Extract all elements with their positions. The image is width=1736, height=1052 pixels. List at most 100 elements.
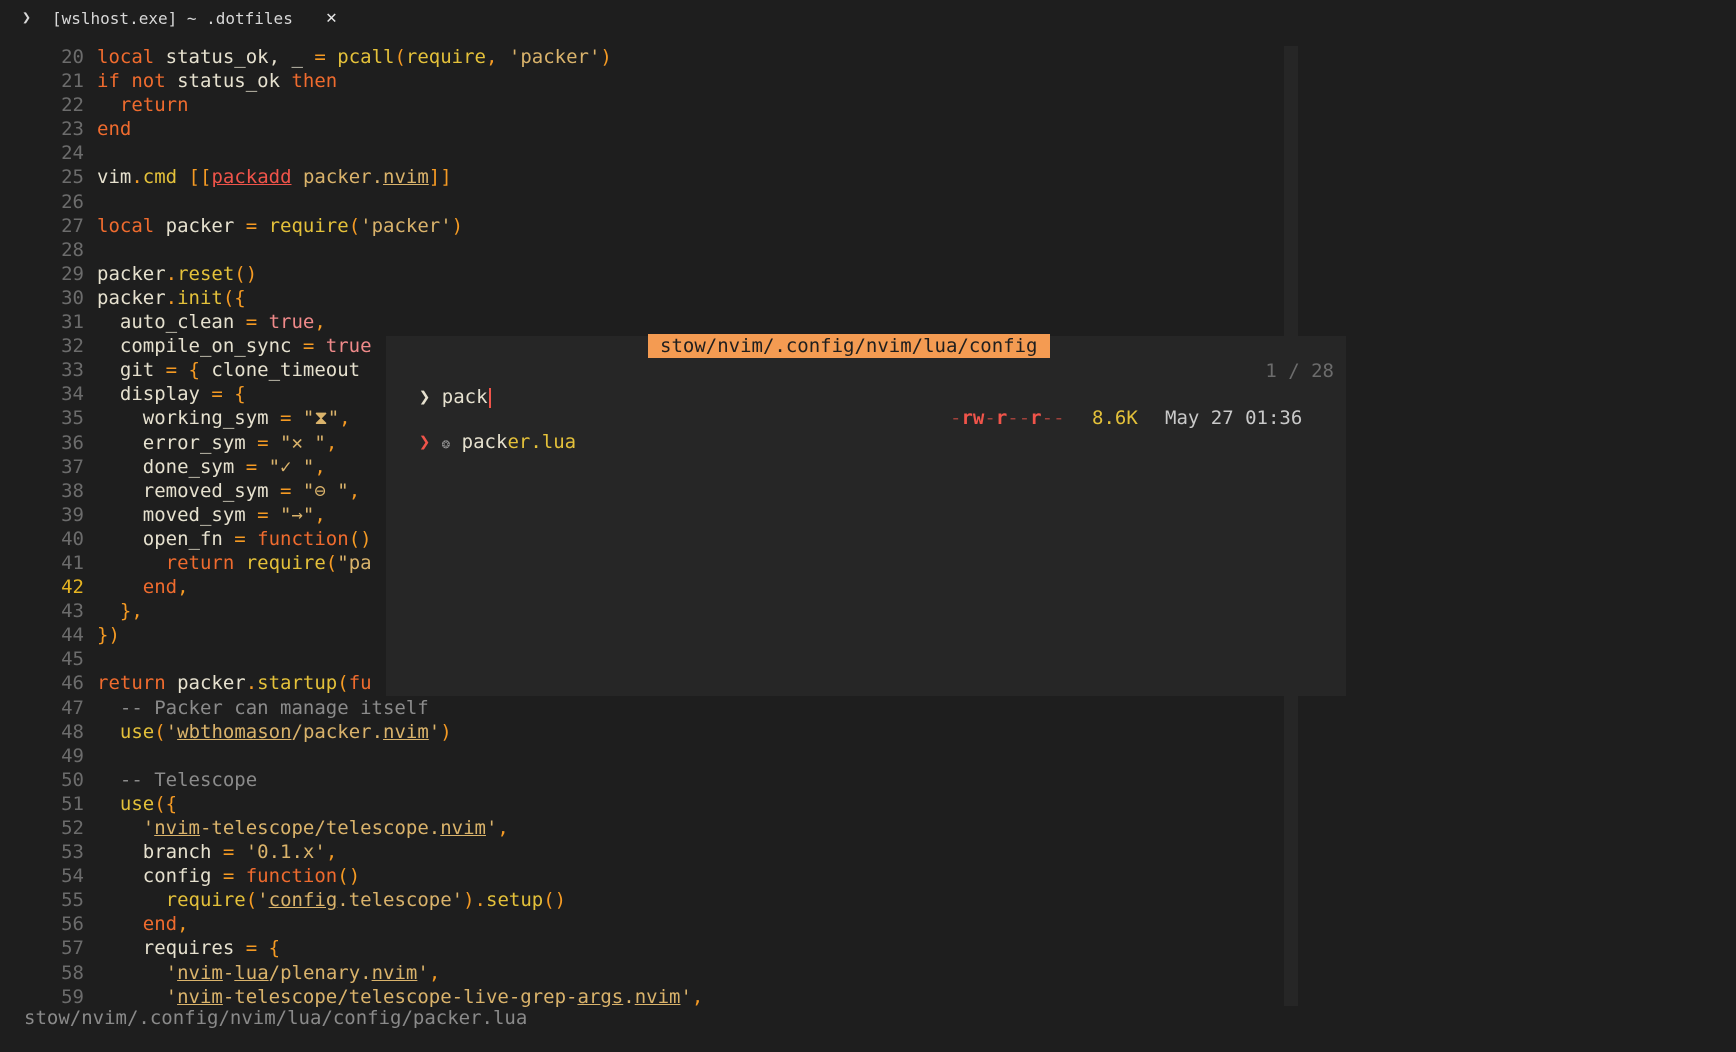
code-token: config <box>97 865 223 888</box>
code-line[interactable]: 47 -- Packer can manage itself <box>0 696 1296 720</box>
code-line[interactable]: 53 branch = '0.1.x', <box>0 840 1296 864</box>
result-date: May 27 01:36 <box>1165 407 1303 429</box>
code-token: "✓ " <box>268 455 315 478</box>
line-number: 47 <box>61 696 84 719</box>
code-token: not <box>131 70 178 93</box>
code-text: open_fn = function() <box>97 527 372 551</box>
code-line[interactable]: 26 <box>0 190 1296 214</box>
code-token: require <box>405 46 486 68</box>
code-token: "⊖ " <box>302 479 349 502</box>
code-token: wbthomason <box>177 720 292 743</box>
line-number: 24 <box>61 142 84 165</box>
code-line[interactable]: 30 packer.init({ <box>0 286 1296 310</box>
code-token: nvim <box>371 961 418 984</box>
code-token: status_ok, _ <box>165 46 315 68</box>
code-token: , <box>325 431 338 454</box>
code-token: function <box>257 527 349 550</box>
line-number: 36 <box>61 431 84 454</box>
code-line[interactable]: 51 use({ <box>0 792 1296 816</box>
line-number: 50 <box>61 768 84 791</box>
code-text: use('wbthomason/packer.nvim') <box>97 720 452 744</box>
code-token: init <box>177 286 223 309</box>
code-token: args <box>577 985 624 1008</box>
picker-title: stow/nvim/.config/nvim/lua/config <box>648 334 1050 358</box>
code-line[interactable]: 54 config = function() <box>0 864 1296 888</box>
code-line[interactable]: 57 requires = { <box>0 936 1296 960</box>
tab-title[interactable]: [wslhost.exe] ~ .dotfiles <box>52 9 293 28</box>
code-line[interactable]: 56 end, <box>0 912 1296 936</box>
code-token: () <box>348 527 372 550</box>
code-text: end, <box>97 575 189 599</box>
code-token: () <box>337 865 361 888</box>
code-token: -- Telescope <box>97 768 258 791</box>
code-line[interactable]: 50 -- Telescope <box>0 768 1296 792</box>
code-token: . <box>165 262 178 285</box>
code-line[interactable]: 49 <box>0 744 1296 768</box>
search-input[interactable]: pack <box>442 386 488 408</box>
code-token: = <box>245 311 269 334</box>
code-line[interactable]: 23 end <box>0 117 1296 141</box>
line-number: 55 <box>61 889 84 912</box>
code-token: .telescope' <box>337 889 464 912</box>
lua-file-icon: ❂ <box>441 436 451 452</box>
code-token: packer <box>165 214 246 237</box>
result-row[interactable]: ❯ ❂ packer.lua -rw-r--r-- 8.6K May 27 01… <box>396 406 1336 528</box>
code-text: error_sym = "✕ ", <box>97 431 338 455</box>
code-line[interactable]: 29 packer.reset() <box>0 262 1296 286</box>
code-line[interactable]: 48 use('wbthomason/packer.nvim') <box>0 720 1296 744</box>
line-number: 46 <box>61 672 84 695</box>
code-token: true <box>268 311 315 334</box>
code-token: - <box>222 961 235 984</box>
code-token: reset <box>177 262 235 285</box>
code-line[interactable]: 31 auto_clean = true, <box>0 310 1296 334</box>
line-number: 35 <box>61 407 84 430</box>
code-text: 'nvim-telescope/telescope-live-grep-args… <box>97 985 704 1009</box>
code-token: , <box>485 46 509 68</box>
code-token: use <box>119 792 155 815</box>
code-line[interactable]: 55 require('config.telescope').setup() <box>0 888 1296 912</box>
code-line[interactable]: 21 if not status_ok then <box>0 69 1296 93</box>
code-line[interactable]: 24 <box>0 141 1296 165</box>
close-tab-icon[interactable]: ✕ <box>326 7 337 28</box>
line-number: 29 <box>61 262 84 285</box>
result-counter: 1 / 28 <box>1265 360 1334 382</box>
code-token: working_sym <box>97 407 281 430</box>
code-token: open_fn <box>97 527 235 550</box>
code-token: nvim <box>383 166 429 189</box>
code-token: ' <box>165 961 178 984</box>
code-text: config = function() <box>97 864 360 888</box>
code-line[interactable]: 59 'nvim-telescope/telescope-live-grep-a… <box>0 985 1296 1009</box>
code-token: status_ok <box>177 70 292 93</box>
code-token: ' <box>142 817 155 839</box>
code-token: , <box>428 961 441 984</box>
code-text: return <box>97 93 189 117</box>
code-token: () <box>543 889 567 912</box>
code-token: ) <box>451 214 464 237</box>
code-token: ]] <box>428 166 452 189</box>
code-line[interactable]: 52 'nvim-telescope/telescope.nvim', <box>0 816 1296 840</box>
code-line[interactable]: 22 return <box>0 93 1296 117</box>
result-name-match: pack <box>461 431 508 453</box>
code-token: /packer. <box>291 720 384 743</box>
code-token: lua <box>234 961 269 984</box>
code-token: setup <box>486 889 544 912</box>
code-line[interactable]: 25 vim.cmd [[packadd packer.nvim]] <box>0 165 1296 189</box>
line-number: 27 <box>61 214 84 237</box>
code-line[interactable]: 20 local status_ok, _ = pcall(require, 'p… <box>0 45 1296 69</box>
code-line[interactable]: 28 <box>0 238 1296 262</box>
code-token: ' <box>428 720 441 743</box>
code-token: [[ <box>188 166 212 189</box>
code-token: requires <box>97 937 246 960</box>
code-line[interactable]: 58 'nvim-lua/plenary.nvim', <box>0 961 1296 985</box>
code-token: , <box>691 985 704 1008</box>
line-number: 31 <box>61 311 84 334</box>
code-token: . <box>623 985 635 1008</box>
code-text: packer.init({ <box>97 286 246 310</box>
picker-prompt[interactable]: ❯ pack <box>396 358 491 408</box>
code-line[interactable]: 27 local packer = require('packer') <box>0 214 1296 238</box>
